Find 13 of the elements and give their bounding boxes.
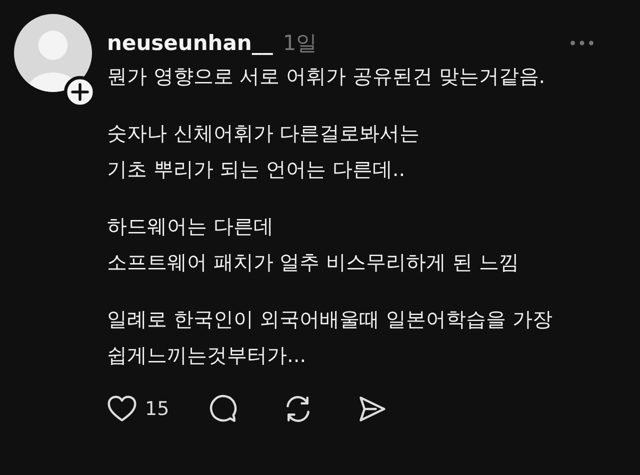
- post-time: 1일: [282, 30, 318, 57]
- username[interactable]: neuseunhan__: [107, 31, 273, 55]
- like-count: 15: [145, 398, 170, 420]
- like-button[interactable]: 15: [107, 394, 170, 424]
- comment-icon[interactable]: [209, 394, 240, 424]
- heart-icon: [107, 394, 137, 424]
- post-paragraph: 하드웨어는 다른데 소프트웨어 패치가 얼추 비스무리하게 된 느낌: [107, 213, 520, 276]
- post-paragraph: 일례로 한국인이 외국어배울때 일본어학습을 가장 쉽게느끼는것부터가...: [107, 306, 554, 369]
- share-icon[interactable]: [357, 394, 388, 424]
- follow-plus-icon[interactable]: [64, 76, 96, 108]
- post-paragraph: 뭔가 영향으로 서로 어휘가 공유된건 맞는거같음.: [107, 63, 546, 90]
- more-icon[interactable]: [570, 40, 594, 46]
- post-paragraph: 숫자나 신체어휘가 다른걸로봐서는 기초 뿌리가 되는 언어는 다른데..: [107, 120, 421, 183]
